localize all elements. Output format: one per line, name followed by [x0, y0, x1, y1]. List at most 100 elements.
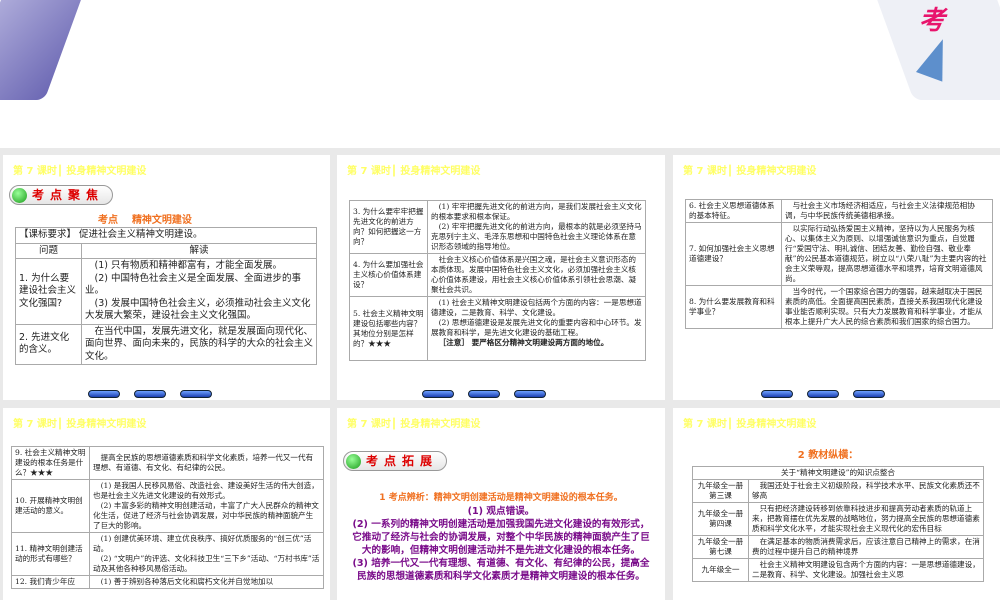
analysis-block: 1 考点辨析：精神文明创建活动是精神文明建设的根本任务。 (1) 观点错误。 (…	[351, 492, 651, 583]
answer-line: (2) 牢牢把握先进文化的前进方向，最根本的就是必须坚持马克思列宁主义、毛泽东思…	[431, 222, 642, 251]
analysis-point-2: (2) 一系列的精神文明创建活动是加强我国先进文化建设的有效形式，它推动了经济与…	[352, 519, 650, 556]
nav-button-2[interactable]	[134, 390, 166, 398]
knowledge-table: 6. 社会主义思想道德体系的基本特征。 与社会主义市场经济相适应，与社会主义法律规…	[685, 199, 993, 329]
nav-button-3[interactable]	[853, 390, 885, 398]
table-row: 12. 我们青少年应 (1) 善于辨别各种落后文化和腐朽文化并自觉地加以	[11, 575, 324, 589]
knowledge-table: 9. 社会主义精神文明建设的根本任务是什么？★★★ 提高全民族的思想道德素质和科学…	[11, 446, 324, 589]
req-text: 促进社会主义精神文明建设。	[79, 229, 203, 240]
answer-line: 社会主义核心价值体系是兴国之魂，是社会主义意识形态的本质体现。发展中国特色社会主…	[431, 255, 637, 294]
answer-line: (1) 牢牢把握先进文化的前进方向，是我们发展社会主义文化的根本要求和根本保证。	[431, 202, 642, 221]
analysis-point-3: (3) 培养一代又一代有理想、有道德、有文化、有纪律的公民，提高全民族的思想道德…	[352, 558, 650, 582]
question: 3. 为什么要牢牢把握先进文化的前进方向？如何把握这一方向？	[349, 200, 428, 254]
answer-line: 提高全民族的思想道德素质和科学文化素质，培养一代又一代有理想、有道德、有文化、有…	[93, 453, 314, 472]
answer-line: (1) 创建优美环境、建立优良秩序、搞好优质服务的“创三优”活动。	[93, 534, 312, 553]
answer-line: 以实际行动弘扬爱国主义精神，坚持以为人民服务为核心、以集体主义为原则、以增强诚信…	[785, 224, 987, 283]
answer-line: (1) 是我国人民移风易俗、改造社会、建设美好生活的伟大创造，也是社会主义先进文…	[93, 481, 319, 500]
knowledge-table: 关于“精神文明建设”的知识点整合 九年级全一册第三课 我国还处于社会主义初级阶段，…	[692, 466, 984, 582]
slide-title: 第 7 课时┃ 投身精神文明建设	[683, 166, 817, 177]
heading-a: 考点	[98, 215, 118, 226]
slide-jiaocai-zongheng: 第 7 课时┃ 投身精神文明建设 2 教材纵横： 关于“精神文明建设”的知识点整…	[673, 408, 1000, 600]
badge-label: 考点拓展	[366, 454, 439, 468]
heading-b: 精神文明建设	[131, 215, 192, 226]
nav-button-1[interactable]	[761, 390, 793, 398]
table-row: 7. 如何加强社会主义思想道德建设？ 以实际行动弘扬爱国主义精神，坚持以为人民服务…	[685, 222, 993, 286]
nav-buttons	[761, 390, 885, 398]
nav-button-2[interactable]	[468, 390, 500, 398]
answer-line: (1) 善于辨别各种落后文化和腐朽文化并自觉地加以	[100, 577, 274, 586]
question: 10. 开展精神文明创建活动的意义。	[11, 479, 90, 533]
answer: 以实际行动弘扬爱国主义精神，坚持以为人民服务为核心、以集体主义为原则、以增强诚信…	[781, 222, 993, 286]
slide-table-6-8: 第 7 课时┃ 投身精神文明建设 6. 社会主义思想道德体系的基本特征。 与社会主…	[673, 155, 1000, 400]
col-header-question: 问题	[15, 242, 82, 259]
lesson: 九年级全一册第七课	[692, 535, 749, 559]
lesson: 九年级全一	[692, 558, 749, 582]
table-row: 8. 为什么要发展教育和科学事业？ 当今时代，一个国家综合国力的强弱，越来越取决于…	[685, 285, 993, 329]
answer: 提高全民族的思想道德素质和科学文化素质，培养一代又一代有理想、有道德、有文化、有…	[89, 446, 324, 480]
answer-line: (1) 社会主义精神文明建设包括两个方面的内容：一是思想道德建设，二是教育、科学…	[431, 298, 642, 317]
content: 在满足基本的物质消费需求后，应该注意自己精神上的需求，在消费的过程中提升自己的精…	[748, 535, 984, 559]
nav-button-3[interactable]	[180, 390, 212, 398]
knowledge-table: 【课标要求】 促进社会主义精神文明建设。 问题 解读 1. 为什么要建设社会主义文…	[15, 227, 317, 365]
answer: 在当代中国，发展先进文化，就是发展面向现代化、面向世界、面向未来的，民族的科学的…	[81, 323, 317, 365]
table-row: 10. 开展精神文明创建活动的意义。 (1) 是我国人民移风易俗、改造社会、建设美…	[11, 479, 324, 533]
knowledge-table: 3. 为什么要牢牢把握先进文化的前进方向？如何把握这一方向？ (1) 牢牢把握先进…	[349, 200, 646, 361]
nav-button-3[interactable]	[514, 390, 546, 398]
question: 1. 为什么要建设社会主义文化强国?	[15, 258, 82, 325]
slide-title: 第 7 课时┃ 投身精神文明建设	[13, 166, 147, 177]
content: 社会主义精神文明建设包含两个方面的内容：一是思想道德建设，二是教育、科学、文化建…	[748, 558, 984, 582]
answer: 当今时代，一个国家综合国力的强弱，越来越取决于国民素质的高低。全面提高国民素质，…	[781, 285, 993, 329]
slide-title: 第 7 课时┃ 投身精神文明建设	[347, 419, 481, 430]
table-row: 九年级全一册第四课 只有把经济建设转移到依靠科技进步和提高劳动者素质的轨道上来，把…	[692, 502, 984, 536]
nav-button-1[interactable]	[422, 390, 454, 398]
answer-line: (2) 思想道德建设是发展先进文化的重要内容和中心环节。发展教育和科学，是先进文…	[431, 318, 642, 337]
table-row: 1. 为什么要建设社会主义文化强国? (1) 只有物质和精神都富有，才能全面发展。…	[15, 258, 317, 325]
question: 6. 社会主义思想道德体系的基本特征。	[685, 199, 782, 223]
answer: (1) 是我国人民移风易俗、改造社会、建设美好生活的伟大创造，也是社会主义先进文…	[89, 479, 324, 533]
answer-line: 与社会主义市场经济相适应，与社会主义法律规范相协调，与中华民族传统美德相承接。	[785, 201, 975, 220]
answer: (1) 创建优美环境、建立优良秩序、搞好优质服务的“创三优”活动。 (2) “文明…	[89, 532, 324, 576]
answer-line: (3) 发展中国特色社会主义，必须推动社会主义文化大发展大繁荣，建设社会主义文化…	[85, 297, 311, 322]
slide-title: 第 7 课时┃ 投身精神文明建设	[683, 419, 817, 430]
decoration-logo-text: 考	[918, 6, 945, 36]
top-slide-fragment: 考	[0, 0, 1000, 148]
answer: (1) 社会主义精神文明建设包括两个方面的内容：一是思想道德建设，二是教育、科学…	[427, 296, 646, 361]
question: 5. 社会主义精神文明建设包括哪些内容？其地位分别是怎样的？★★★	[349, 296, 428, 361]
table-row: 9. 社会主义精神文明建设的根本任务是什么？★★★ 提高全民族的思想道德素质和科学…	[11, 446, 324, 480]
answer-line: 在当代中国，发展先进文化，就是发展面向现代化、面向世界、面向未来的，民族的科学的…	[85, 325, 314, 362]
section-badge: 考点聚焦	[9, 185, 114, 205]
table-row: 2. 先进文化的含义。 在当代中国，发展先进文化，就是发展面向现代化、面向世界、面…	[15, 323, 317, 365]
content: 只有把经济建设转移到依靠科技进步和提高劳动者素质的轨道上来，把教育摆在优先发展的…	[748, 502, 984, 536]
question: 7. 如何加强社会主义思想道德建设？	[685, 222, 782, 286]
table-row: 11. 精神文明创建活动的形式有哪些？ (1) 创建优美环境、建立优良秩序、搞好优…	[11, 532, 324, 576]
answer-line: (2) 中国特色社会主义是全面发展、全面进步的事业。	[85, 272, 301, 297]
table-row: 5. 社会主义精神文明建设包括哪些内容？其地位分别是怎样的？★★★ (1) 社会主…	[349, 296, 646, 361]
slide-kaodian-jujiao: 第 7 课时┃ 投身精神文明建设 考点聚焦 考点 精神文明建设 【课标要求】 促…	[3, 155, 330, 400]
answer-line: 当今时代，一个国家综合国力的强弱，越来越取决于国民素质的高低。全面提高国民素质，…	[785, 287, 983, 326]
green-dot-icon	[12, 188, 27, 203]
table-row: 九年级全一册第三课 我国还处于社会主义初级阶段，科学技术水平、民族文化素质还不够高	[692, 479, 984, 503]
nav-buttons	[88, 390, 212, 398]
question: 2. 先进文化的含义。	[15, 323, 82, 365]
table-row: 4. 为什么要加强社会主义核心价值体系建设？ 社会主义核心价值体系是兴国之魂，是社…	[349, 253, 646, 297]
slide-table-3-5: 第 7 课时┃ 投身精神文明建设 3. 为什么要牢牢把握先进文化的前进方向？如何…	[337, 155, 665, 400]
question: 11. 精神文明创建活动的形式有哪些？	[11, 532, 90, 576]
note: ［注意］ 要严格区分精神文明建设两方面的地位。	[438, 338, 609, 347]
col-header-answer: 解读	[81, 242, 317, 259]
table-row: 6. 社会主义思想道德体系的基本特征。 与社会主义市场经济相适应，与社会主义法律规…	[685, 199, 993, 223]
nav-button-1[interactable]	[88, 390, 120, 398]
answer: (1) 善于辨别各种落后文化和腐朽文化并自觉地加以	[89, 575, 324, 589]
slide-title: 第 7 课时┃ 投身精神文明建设	[13, 419, 147, 430]
purple-decoration	[0, 0, 96, 100]
lesson: 九年级全一册第四课	[692, 502, 749, 536]
badge-label: 考点聚焦	[32, 188, 105, 202]
question: 12. 我们青少年应	[11, 575, 90, 589]
answer: (1) 牢牢把握先进文化的前进方向，是我们发展社会主义文化的根本要求和根本保证。…	[427, 200, 646, 254]
answer: (1) 只有物质和精神都富有，才能全面发展。 (2) 中国特色社会主义是全面发展、…	[81, 258, 317, 325]
nav-buttons	[422, 390, 546, 398]
table-row: 3. 为什么要牢牢把握先进文化的前进方向？如何把握这一方向？ (1) 牢牢把握先进…	[349, 200, 646, 254]
question: 8. 为什么要发展教育和科学事业？	[685, 285, 782, 329]
requirement-row: 【课标要求】 促进社会主义精神文明建设。	[15, 227, 317, 244]
section-heading: 2 教材纵横：	[797, 450, 859, 461]
nav-button-2[interactable]	[807, 390, 839, 398]
question: 4. 为什么要加强社会主义核心价值体系建设？	[349, 253, 428, 297]
